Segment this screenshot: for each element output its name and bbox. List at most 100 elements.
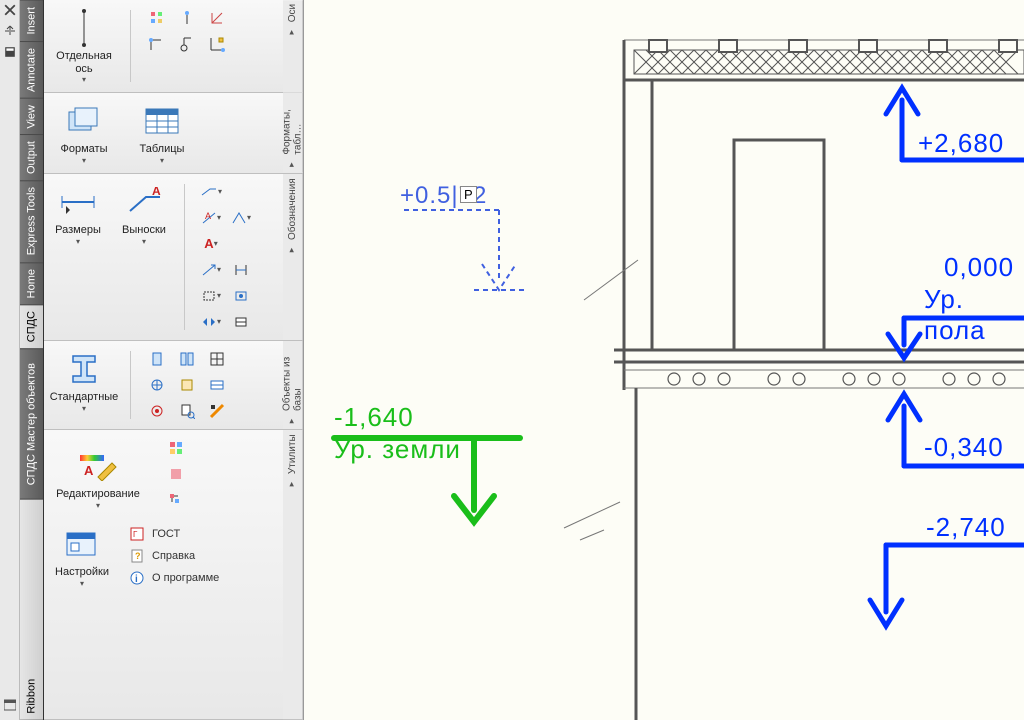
panel-icon[interactable]: [4, 699, 16, 714]
panel-axes: Отдельная ось ▾ ▸Оси: [44, 0, 303, 93]
svg-text:A: A: [84, 463, 94, 478]
svg-text:Г: Г: [133, 530, 138, 539]
axes-tool-3[interactable]: [203, 6, 231, 30]
chevron-down-icon: ▾: [82, 404, 86, 413]
tables-button[interactable]: Таблицы ▾: [128, 99, 196, 167]
pin-icon[interactable]: [4, 25, 16, 40]
dim-tool-7[interactable]: ▾: [197, 284, 225, 308]
panel-dims: Размеры ▾ A Выноски ▾ ▾ A▾ ▾: [44, 174, 303, 341]
panel-db-title[interactable]: ▸Объекты из базы: [283, 341, 303, 429]
help-link[interactable]: ?Справка: [126, 546, 219, 566]
util-tool-3[interactable]: [162, 488, 190, 512]
ground-elev-value: -1,640: [334, 402, 414, 433]
tab-insert[interactable]: Insert: [20, 0, 43, 41]
db-tool-6[interactable]: [203, 373, 231, 397]
db-tool-3[interactable]: [203, 347, 231, 371]
svg-text:?: ?: [135, 551, 141, 561]
single-axis-button[interactable]: Отдельная ось ▾: [50, 6, 118, 86]
menu-icon[interactable]: [4, 46, 16, 61]
gost-link[interactable]: ГГОСТ: [126, 524, 219, 544]
panel-utils: A Редактирование ▾ Настройки ▾: [44, 430, 303, 720]
tab-annotate[interactable]: Annotate: [20, 41, 43, 98]
dim-tool-2[interactable]: A▾: [197, 206, 225, 230]
panel-formats: Форматы ▾ Таблицы ▾ ▸Форматы, табл…: [44, 93, 303, 174]
tab-spds[interactable]: СПДС: [20, 304, 43, 348]
ibeam-icon: [67, 349, 101, 389]
dim-tool-4[interactable]: A▾: [197, 232, 225, 256]
help-icon: ?: [130, 549, 146, 563]
dimension-icon: [58, 182, 98, 222]
tab-output[interactable]: Output: [20, 134, 43, 180]
close-icon[interactable]: [4, 4, 16, 19]
sizes-button[interactable]: Размеры ▾: [50, 180, 106, 248]
axes-tool-2[interactable]: [173, 6, 201, 30]
db-tool-2[interactable]: [173, 347, 201, 371]
dim-tool-3[interactable]: ▾: [227, 206, 255, 230]
axes-tool-4[interactable]: [143, 32, 171, 56]
formats-label: Форматы: [61, 141, 108, 156]
axes-tool-6[interactable]: [203, 32, 231, 56]
db-tool-4[interactable]: [143, 373, 171, 397]
ground-elev-label: Ур. земли: [334, 434, 461, 465]
svg-text:i: i: [135, 574, 138, 585]
chevron-down-icon: ▾: [142, 237, 146, 246]
dim-tool-1[interactable]: ▾: [197, 180, 225, 204]
ribbon-panels: Отдельная ось ▾ ▸Оси Ф: [44, 0, 304, 720]
tab-home[interactable]: Home: [20, 262, 43, 304]
dim-tool-6[interactable]: [227, 258, 255, 282]
drawing-svg: [304, 0, 1024, 720]
ribbon-label: Ribbon: [20, 499, 43, 720]
dim-tool-10[interactable]: [227, 310, 255, 334]
dim-tool-9[interactable]: ▾: [197, 310, 225, 334]
tab-view[interactable]: View: [20, 98, 43, 135]
bot-elev-value: -2,740: [926, 512, 1006, 543]
chevron-down-icon: ▾: [160, 156, 164, 165]
panel-db: Стандартные ▾ ▸Объекты из базы: [44, 341, 303, 430]
about-link[interactable]: iО программе: [126, 568, 219, 588]
leader-icon: A: [124, 182, 164, 222]
util-tool-1[interactable]: [162, 436, 190, 460]
chevron-down-icon: ▾: [80, 579, 84, 588]
db-tool-7[interactable]: [143, 399, 171, 423]
axes-tool-1[interactable]: [143, 6, 171, 30]
edit-icon: A: [78, 446, 118, 486]
dim-tool-8[interactable]: [227, 284, 255, 308]
drawing-canvas[interactable]: +0.5|72 P -1,640 Ур. земли +2,680 0,000 …: [304, 0, 1024, 720]
tables-label: Таблицы: [140, 141, 185, 156]
standard-button[interactable]: Стандартные ▾: [50, 347, 118, 415]
chevron-down-icon: ▾: [82, 156, 86, 165]
sizes-label: Размеры: [55, 222, 101, 237]
text-cursor-marker: P: [460, 186, 477, 203]
standard-label: Стандартные: [50, 389, 119, 404]
formats-button[interactable]: Форматы ▾: [50, 99, 118, 167]
db-tools-grid: [143, 347, 231, 423]
chevron-down-icon: ▾: [82, 75, 86, 84]
panel-formats-title[interactable]: ▸Форматы, табл…: [283, 93, 303, 173]
db-tool-8[interactable]: [173, 399, 201, 423]
edit-button[interactable]: A Редактирование ▾: [50, 436, 146, 512]
zero-elev-value: 0,000: [944, 252, 1014, 283]
db-tool-9[interactable]: [203, 399, 231, 423]
info-icon: i: [130, 571, 146, 585]
axes-tool-5[interactable]: [173, 32, 201, 56]
panel-utils-title[interactable]: ▸Утилиты: [283, 430, 303, 719]
tab-express-tools[interactable]: Express Tools: [20, 180, 43, 261]
axis-icon: [79, 8, 89, 48]
db-tool-5[interactable]: [173, 373, 201, 397]
svg-text:A: A: [152, 187, 161, 198]
util-tool-2[interactable]: [162, 462, 190, 486]
zero-elev-label: Ур. пола: [924, 284, 1024, 346]
tab-spds-master[interactable]: СПДС Мастер объектов: [20, 348, 43, 499]
settings-icon: [65, 524, 99, 564]
ribbon-tabs: Insert Annotate View Output Express Tool…: [20, 0, 44, 720]
db-tool-1[interactable]: [143, 347, 171, 371]
svg-text:A: A: [205, 211, 211, 221]
panel-axes-title[interactable]: ▸Оси: [283, 0, 303, 92]
dim-tool-5[interactable]: ▾: [197, 258, 225, 282]
panel-dims-title[interactable]: ▸Обозначения: [283, 174, 303, 340]
settings-button[interactable]: Настройки ▾: [50, 522, 114, 590]
leaders-button[interactable]: A Выноски ▾: [116, 180, 172, 248]
palette-controls: [0, 0, 20, 720]
edit-label: Редактирование: [56, 486, 140, 501]
chevron-down-icon: ▾: [96, 501, 100, 510]
